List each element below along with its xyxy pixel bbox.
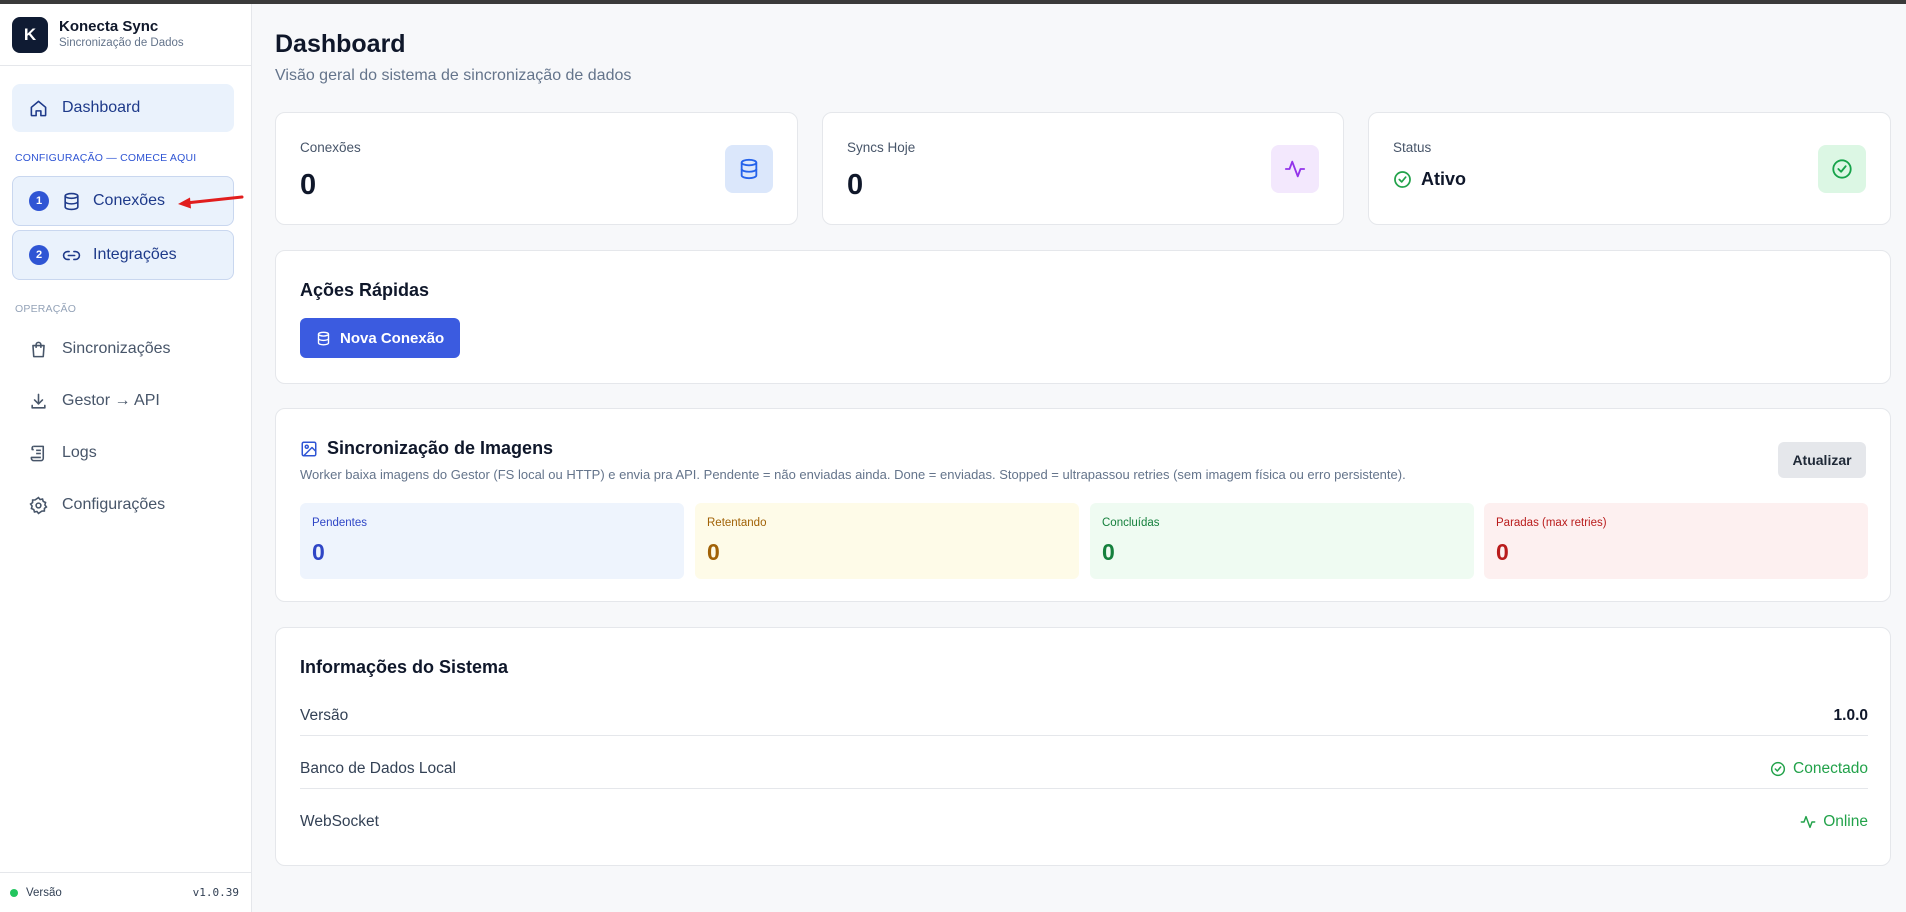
system-info-card: Informações do Sistema Versão 1.0.0 Banc…: [275, 627, 1891, 866]
scroll-icon: [28, 443, 48, 463]
refresh-button[interactable]: Atualizar: [1778, 442, 1866, 478]
image-icon: [301, 441, 317, 456]
sidebar-item-label: Configurações: [62, 496, 166, 513]
status-value: Ativo: [1421, 169, 1466, 189]
brand: K Konecta Sync Sincronização de Dados: [0, 4, 251, 66]
database-icon: [317, 331, 330, 345]
link-icon: [61, 245, 81, 265]
quick-actions-card: Ações Rápidas Nova Conexão: [275, 250, 1891, 384]
brand-logo-letter: K: [23, 24, 37, 44]
sidebar-footer: Versão v1.0.39: [0, 872, 251, 912]
shopping-bag-icon: [28, 339, 48, 359]
stat-label: Status: [1393, 140, 1432, 155]
stat-card-status: Status Ativo: [1368, 112, 1891, 225]
metric-stopped: Paradas (max retries) 0: [1484, 503, 1868, 579]
online-dot: [10, 888, 18, 897]
row-divider: [300, 735, 1868, 736]
brand-logo: K: [12, 16, 48, 53]
activity-icon: [1271, 145, 1319, 193]
page-subtitle: Visão geral do sistema de sincronização …: [275, 67, 632, 84]
image-sync-description: Worker baixa imagens do Gestor (FS local…: [300, 467, 1406, 482]
sidebar-item-dashboard[interactable]: Dashboard: [12, 84, 234, 132]
sidebar-item-label: Integrações: [93, 246, 177, 263]
footer-version-value: v1.0.39: [192, 886, 239, 899]
metric-pending: Pendentes 0: [300, 503, 684, 579]
check-circle-icon: [1770, 761, 1786, 776]
info-label: Versão: [300, 706, 349, 724]
system-info-title: Informações do Sistema: [300, 657, 509, 677]
sidebar-item-logs[interactable]: Logs: [12, 429, 234, 477]
sidebar-item-label: Sincronizações: [62, 340, 171, 357]
info-value-status: Online: [1800, 813, 1868, 831]
database-icon: [725, 145, 773, 193]
quick-actions-title: Ações Rápidas: [300, 280, 430, 300]
info-value: 1.0.0: [1833, 706, 1868, 724]
image-sync-heading: Sincronização de Imagens: [300, 438, 553, 459]
brand-subtitle: Sincronização de Dados: [59, 37, 184, 49]
annotation-arrow: [178, 195, 244, 209]
metric-value: 0: [707, 539, 720, 565]
check-circle-icon: [1394, 171, 1411, 188]
metric-value: 0: [312, 539, 325, 565]
info-label: WebSocket: [300, 812, 379, 830]
metric-retrying: Retentando 0: [695, 503, 1079, 579]
page-title: Dashboard: [275, 30, 406, 58]
info-label: Banco de Dados Local: [300, 759, 456, 777]
stat-value: 0: [847, 169, 864, 201]
sidebar-item-label: Conexões: [93, 192, 166, 209]
new-connection-button[interactable]: Nova Conexão: [300, 318, 461, 358]
download-icon: [28, 391, 48, 411]
stat-label: Syncs Hoje: [847, 140, 916, 155]
metric-label: Concluídas: [1102, 517, 1160, 529]
metric-label: Paradas (max retries): [1496, 517, 1607, 529]
metric-value: 0: [1102, 539, 1115, 565]
metric-label: Retentando: [707, 517, 767, 529]
sidebar-item-label: Gestor → API: [62, 392, 160, 409]
check-circle-icon: [1818, 145, 1866, 193]
sidebar-item-label: Dashboard: [62, 99, 141, 116]
step-badge: 2: [29, 245, 49, 265]
row-divider: [300, 788, 1868, 789]
sidebar-item-sincronizacoes[interactable]: Sincronizações: [12, 325, 234, 373]
operation-section-label: OPERAÇÃO: [15, 303, 77, 315]
metric-done: Concluídas 0: [1090, 503, 1474, 579]
database-icon: [61, 191, 81, 211]
stat-value: 0: [300, 169, 317, 201]
window-top-edge: [0, 0, 1906, 4]
gear-icon: [28, 495, 48, 515]
stat-card-connections: Conexões 0: [275, 112, 798, 225]
sidebar-item-configuracoes[interactable]: Configurações: [12, 481, 234, 529]
activity-icon: [1800, 815, 1816, 828]
stat-card-syncs-today: Syncs Hoje 0: [822, 112, 1344, 225]
status-row: Ativo: [1393, 169, 1466, 190]
info-value-status: Conectado: [1770, 760, 1868, 778]
info-row-websocket: WebSocket Online: [300, 795, 1868, 848]
image-sync-card: Sincronização de Imagens Worker baixa im…: [275, 408, 1891, 602]
image-sync-title: Sincronização de Imagens: [327, 438, 554, 458]
step-badge: 1: [29, 191, 49, 211]
footer-version-label: Versão: [26, 886, 62, 899]
stat-label: Conexões: [300, 140, 361, 155]
sidebar: K Konecta Sync Sincronização de Dados Da…: [0, 4, 252, 912]
info-value: Conectado: [1793, 759, 1868, 777]
info-value: Online: [1823, 812, 1868, 830]
sidebar-item-integracoes[interactable]: 2 Integrações: [12, 230, 234, 280]
brand-title: Konecta Sync: [59, 18, 159, 35]
new-connection-label: Nova Conexão: [340, 329, 445, 347]
sidebar-item-gestor-api[interactable]: Gestor → API: [12, 377, 234, 425]
sidebar-item-label: Logs: [62, 444, 97, 461]
config-section-label: CONFIGURAÇÃO — COMECE AQUI: [15, 152, 197, 164]
home-icon: [28, 98, 48, 118]
metric-value: 0: [1496, 539, 1509, 565]
metric-label: Pendentes: [312, 517, 367, 529]
